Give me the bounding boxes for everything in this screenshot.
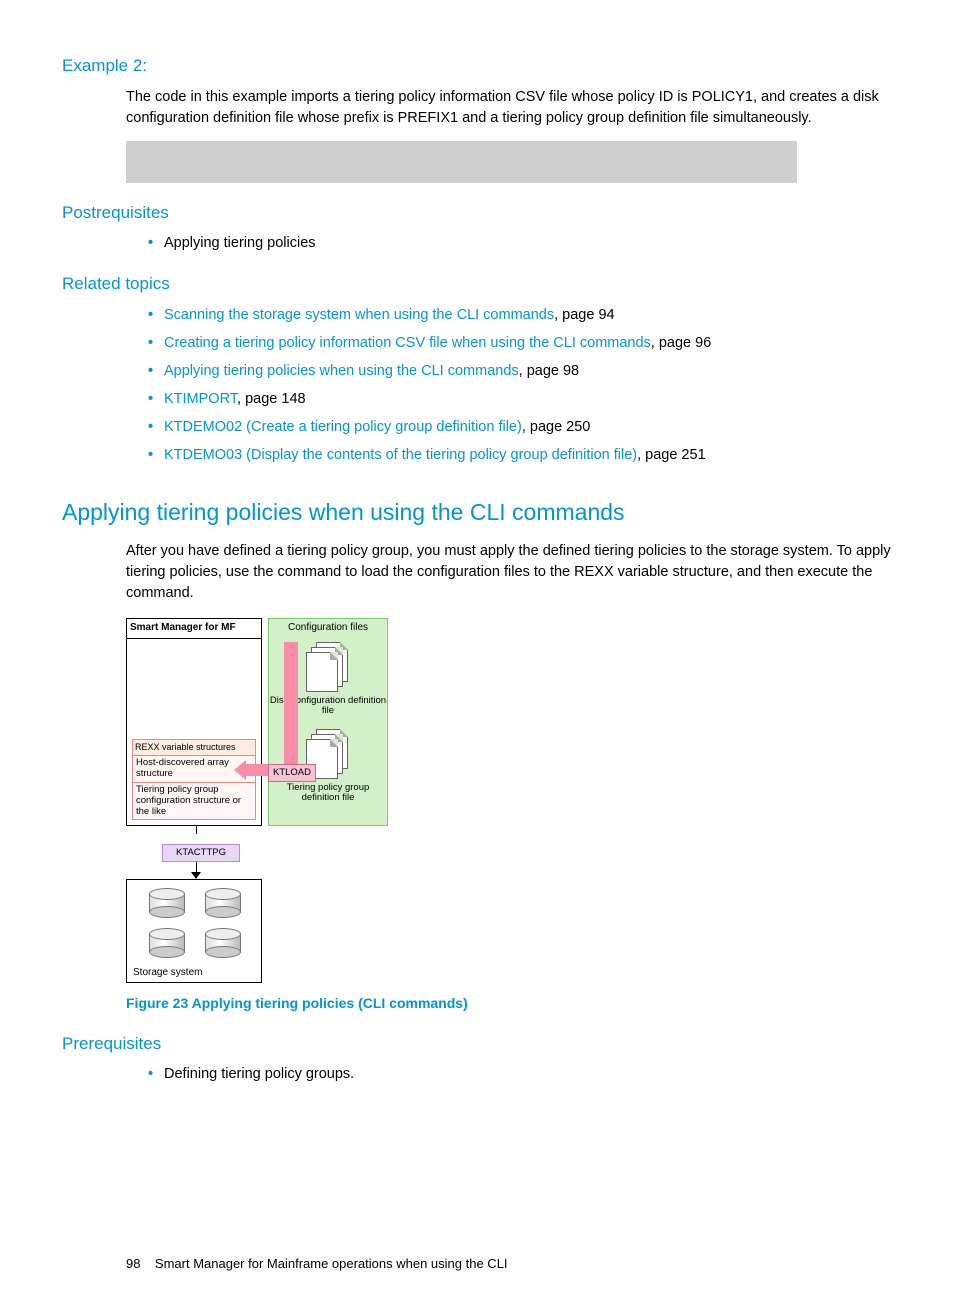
list-item: Creating a tiering policy information CS…: [148, 333, 892, 354]
cylinder-icon: [205, 888, 241, 918]
cylinder-icon: [205, 928, 241, 958]
related-link[interactable]: KTDEMO03 (Display the contents of the ti…: [164, 447, 637, 463]
related-link[interactable]: Applying tiering policies when using the…: [164, 363, 519, 379]
postrequisites-heading: Postrequisites: [62, 201, 892, 226]
code-placeholder: [126, 141, 797, 183]
figure-caption: Figure 23 Applying tiering policies (CLI…: [126, 993, 892, 1013]
ktload-label: KTLOAD: [268, 764, 316, 782]
storage-label: Storage system: [133, 966, 202, 981]
postrequisites-list: Applying tiering policies: [148, 233, 892, 254]
related-link[interactable]: Creating a tiering policy information CS…: [164, 335, 651, 351]
smf-title: Smart Manager for MF: [127, 619, 261, 639]
list-item: KTDEMO02 (Create a tiering policy group …: [148, 417, 892, 438]
related-topics-list: Scanning the storage system when using t…: [148, 305, 892, 466]
related-link[interactable]: KTIMPORT: [164, 391, 237, 407]
section-body: After you have defined a tiering policy …: [126, 541, 892, 604]
list-item: Defining tiering policy groups.: [148, 1064, 892, 1085]
list-item: Scanning the storage system when using t…: [148, 305, 892, 326]
related-link[interactable]: KTDEMO02 (Create a tiering policy group …: [164, 419, 522, 435]
rexx-title: REXX variable structures: [133, 740, 255, 756]
smf-box: Smart Manager for MF REXX variable struc…: [126, 618, 262, 826]
related-topics-heading: Related topics: [62, 272, 892, 297]
page-number: 98: [126, 1256, 140, 1271]
rexx-row: Tiering policy group configuration struc…: [133, 783, 255, 820]
arrow-icon: [196, 826, 197, 834]
list-item: KTDEMO03 (Display the contents of the ti…: [148, 445, 892, 466]
prerequisites-list: Defining tiering policy groups.: [148, 1064, 892, 1085]
prerequisites-heading: Prerequisites: [62, 1032, 892, 1057]
file-stack-icon: [306, 642, 350, 694]
list-item: Applying tiering policies: [148, 233, 892, 254]
list-item: Applying tiering policies when using the…: [148, 361, 892, 382]
arrow-icon: [196, 862, 197, 872]
cylinder-icon: [149, 888, 185, 918]
example-heading: Example 2:: [62, 54, 892, 79]
footer-text: Smart Manager for Mainframe operations w…: [155, 1256, 508, 1271]
file-label: Tiering policy group definition file: [269, 783, 387, 804]
related-link[interactable]: Scanning the storage system when using t…: [164, 307, 554, 323]
ktacttpg-label: KTACTTPG: [162, 844, 240, 862]
section-heading: Applying tiering policies when using the…: [62, 496, 892, 529]
list-item: KTIMPORT, page 148: [148, 389, 892, 410]
page-footer: 98 Smart Manager for Mainframe operation…: [126, 1255, 892, 1274]
figure-diagram: Smart Manager for MF REXX variable struc…: [126, 618, 388, 983]
config-title: Configuration files: [269, 621, 387, 636]
arrow-icon: [191, 872, 201, 879]
example-body: The code in this example imports a tieri…: [126, 87, 892, 129]
storage-box: Storage system: [126, 879, 262, 983]
cylinder-icon: [149, 928, 185, 958]
arrow-icon: [284, 642, 298, 764]
arrow-icon: [234, 760, 246, 780]
